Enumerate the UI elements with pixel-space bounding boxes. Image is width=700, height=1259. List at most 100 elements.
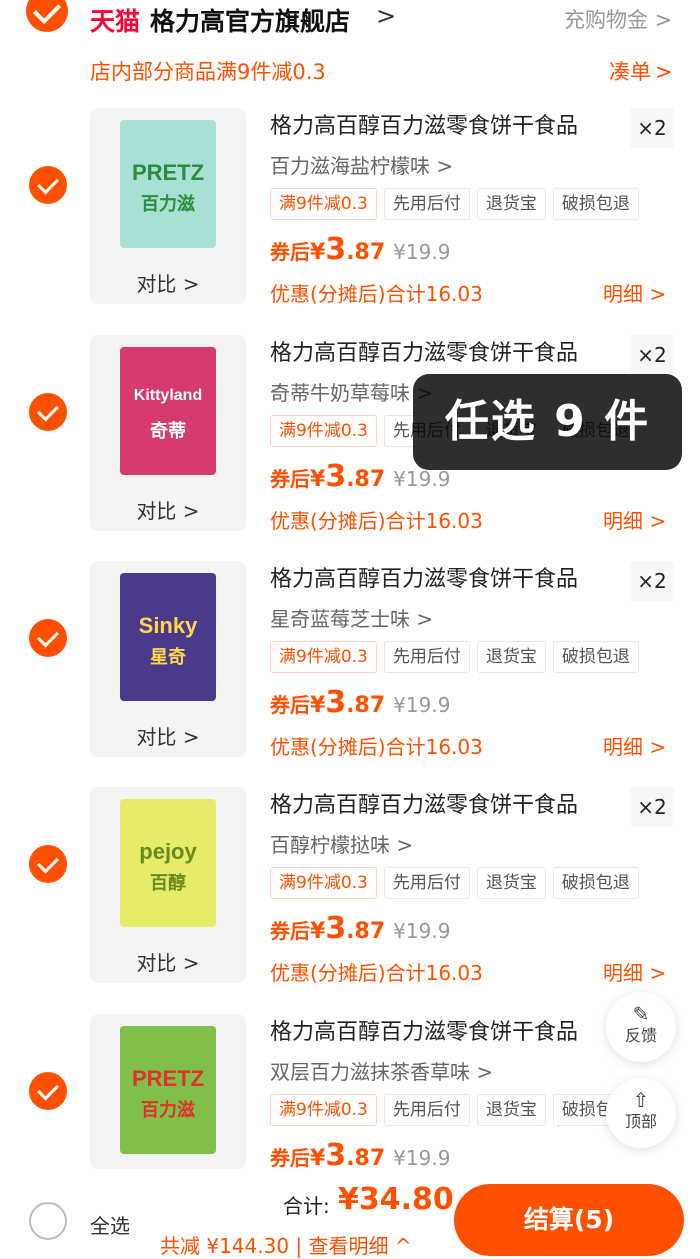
cart-item[interactable]: Sinky 星奇对比 > 格力高百醇百力滋零食饼干食品 ×2 星奇蓝莓芝士味 > 满9件减… <box>0 561 700 787</box>
total-value: ¥34.80 <box>338 1182 454 1217</box>
product-thumbnail[interactable]: pejoy 百醇对比 > <box>90 787 246 983</box>
pack-name: 星奇 <box>150 647 186 667</box>
product-image: Sinky 星奇 <box>120 573 216 701</box>
sku-selector[interactable]: 奇蒂牛奶草莓味 > <box>270 377 433 406</box>
product-image: pejoy 百醇 <box>120 799 216 927</box>
product-title[interactable]: 格力高百醇百力滋零食饼干食品 <box>270 108 578 140</box>
pack-name: 百醇 <box>150 873 186 893</box>
original-price: ¥19.9 <box>393 693 451 717</box>
pick-any-overlay: 任选 9 件 <box>413 374 682 470</box>
item-select-checkbox[interactable] <box>29 393 67 431</box>
price-detail-link[interactable]: 明细 > <box>603 957 666 986</box>
select-all-checkbox[interactable] <box>29 1202 67 1240</box>
discount-summary: 优惠(分摊后)合计16.03 <box>270 961 483 985</box>
product-title[interactable]: 格力高百醇百力滋零食饼干食品 <box>270 1014 578 1046</box>
price-decimal: .87 <box>346 467 386 492</box>
savings-detail-link[interactable]: 共减 ¥144.30 | 查看明细 ^ <box>160 1230 412 1259</box>
price-detail-link[interactable]: 明细 > <box>603 731 666 760</box>
chevron-right-icon[interactable]: > <box>376 2 396 30</box>
service-tag: 退货宝 <box>476 867 546 899</box>
price-decimal: .87 <box>346 693 386 718</box>
product-thumbnail[interactable]: Kittyland 奇蒂对比 > <box>90 335 246 531</box>
product-title[interactable]: 格力高百醇百力滋零食饼干食品 <box>270 335 578 367</box>
price-integer: 3 <box>325 232 347 267</box>
price-decimal: .87 <box>346 919 386 944</box>
price-label: 券后 <box>270 467 310 491</box>
compare-link[interactable]: 对比 > <box>90 495 246 524</box>
quantity-badge[interactable]: ×2 <box>630 335 674 375</box>
quantity-badge[interactable]: ×2 <box>630 108 674 148</box>
pack-brand: PRETZ <box>131 160 205 185</box>
discount-summary: 优惠(分摊后)合计16.03 <box>270 735 483 759</box>
price-currency: ¥ <box>310 919 326 944</box>
service-tag: 先用后付 <box>383 1094 470 1126</box>
sku-selector[interactable]: 双层百力滋抹茶香草味 > <box>270 1056 493 1085</box>
quantity-badge[interactable]: ×2 <box>630 787 674 827</box>
feedback-button[interactable]: ✎ 反馈 <box>606 992 676 1062</box>
price-currency: ¥ <box>310 240 326 265</box>
service-tag: 退货宝 <box>476 1094 546 1126</box>
item-select-checkbox[interactable] <box>29 1072 67 1110</box>
service-tag: 满9件减0.3 <box>270 415 377 447</box>
original-price: ¥19.9 <box>393 240 451 264</box>
shopping-credit-link[interactable]: 充购物金 > <box>564 4 672 34</box>
service-tags: 满9件减0.3先用后付退货宝破损包退 <box>270 867 646 899</box>
service-tag: 先用后付 <box>383 867 470 899</box>
pack-brand: PRETZ <box>131 1066 205 1091</box>
arrow-up-icon: ⇧ <box>632 1088 650 1112</box>
service-tag: 满9件减0.3 <box>270 188 377 220</box>
price-integer: 3 <box>325 459 347 494</box>
compare-link[interactable]: 对比 > <box>90 721 246 750</box>
quantity-badge[interactable]: ×2 <box>630 561 674 601</box>
feedback-icon: ✎ <box>632 1002 650 1026</box>
discount-summary: 优惠(分摊后)合计16.03 <box>270 509 483 533</box>
price-label: 券后 <box>270 919 310 943</box>
product-thumbnail[interactable]: PRETZ 百力滋对比 > <box>90 108 246 304</box>
store-promo-text: 店内部分商品满9件减0.3 <box>90 60 326 84</box>
service-tag: 破损包退 <box>552 867 639 899</box>
pack-brand: Kittyland <box>133 387 203 404</box>
product-title[interactable]: 格力高百醇百力滋零食饼干食品 <box>270 787 578 819</box>
pack-name: 百力滋 <box>141 194 195 214</box>
sku-selector[interactable]: 百醇柠檬挞味 > <box>270 829 413 858</box>
service-tag: 满9件减0.3 <box>270 1094 377 1126</box>
sku-selector[interactable]: 星奇蓝莓芝士味 > <box>270 603 433 632</box>
sku-selector[interactable]: 百力滋海盐柠檬味 > <box>270 150 453 179</box>
add-items-label: 凑单 <box>609 60 651 84</box>
item-select-checkbox[interactable] <box>29 619 67 657</box>
pack-name: 百力滋 <box>141 1100 195 1120</box>
price-detail-link[interactable]: 明细 > <box>603 505 666 534</box>
product-title[interactable]: 格力高百醇百力滋零食饼干食品 <box>270 561 578 593</box>
service-tag: 满9件减0.3 <box>270 641 377 673</box>
item-select-checkbox[interactable] <box>29 845 67 883</box>
service-tag: 破损包退 <box>552 641 639 673</box>
compare-link[interactable]: 对比 > <box>90 268 246 297</box>
cart-item[interactable]: pejoy 百醇对比 > 格力高百醇百力滋零食饼干食品 ×2 百醇柠檬挞味 > 满9件减0… <box>0 787 700 1013</box>
price-decimal: .87 <box>346 1146 386 1171</box>
price-currency: ¥ <box>310 467 326 492</box>
price-detail-link[interactable]: 明细 > <box>603 278 666 307</box>
price-integer: 3 <box>325 1138 347 1173</box>
chevron-right-icon: > <box>655 60 673 84</box>
service-tag: 先用后付 <box>383 641 470 673</box>
checkout-button[interactable]: 结算(5) <box>454 1184 684 1256</box>
original-price: ¥19.9 <box>393 1146 451 1170</box>
select-all-label[interactable]: 全选 <box>90 1210 130 1239</box>
back-to-top-button[interactable]: ⇧ 顶部 <box>606 1078 676 1148</box>
total-label: 合计: <box>283 1194 330 1218</box>
pack-name: 奇蒂 <box>150 421 186 441</box>
pack-brand: pejoy <box>139 839 197 864</box>
price-currency: ¥ <box>310 1146 326 1171</box>
compare-link[interactable]: 对比 > <box>90 947 246 976</box>
cart-item[interactable]: PRETZ 百力滋对比 > 格力高百醇百力滋零食饼干食品 ×2 百力滋海盐柠檬味 > 满9… <box>0 108 700 334</box>
product-thumbnail[interactable]: Sinky 星奇对比 > <box>90 561 246 757</box>
item-select-checkbox[interactable] <box>29 166 67 204</box>
product-image: Kittyland 奇蒂 <box>120 347 216 475</box>
discount-summary: 优惠(分摊后)合计16.03 <box>270 282 483 306</box>
price-integer: 3 <box>325 911 347 946</box>
store-select-checkbox[interactable] <box>26 0 68 32</box>
add-items-link[interactable]: 凑单 > <box>609 56 673 86</box>
product-thumbnail[interactable]: PRETZ 百力滋 <box>90 1014 246 1169</box>
product-image: PRETZ 百力滋 <box>120 120 216 248</box>
store-name[interactable]: 格力高官方旗舰店 <box>150 2 350 38</box>
